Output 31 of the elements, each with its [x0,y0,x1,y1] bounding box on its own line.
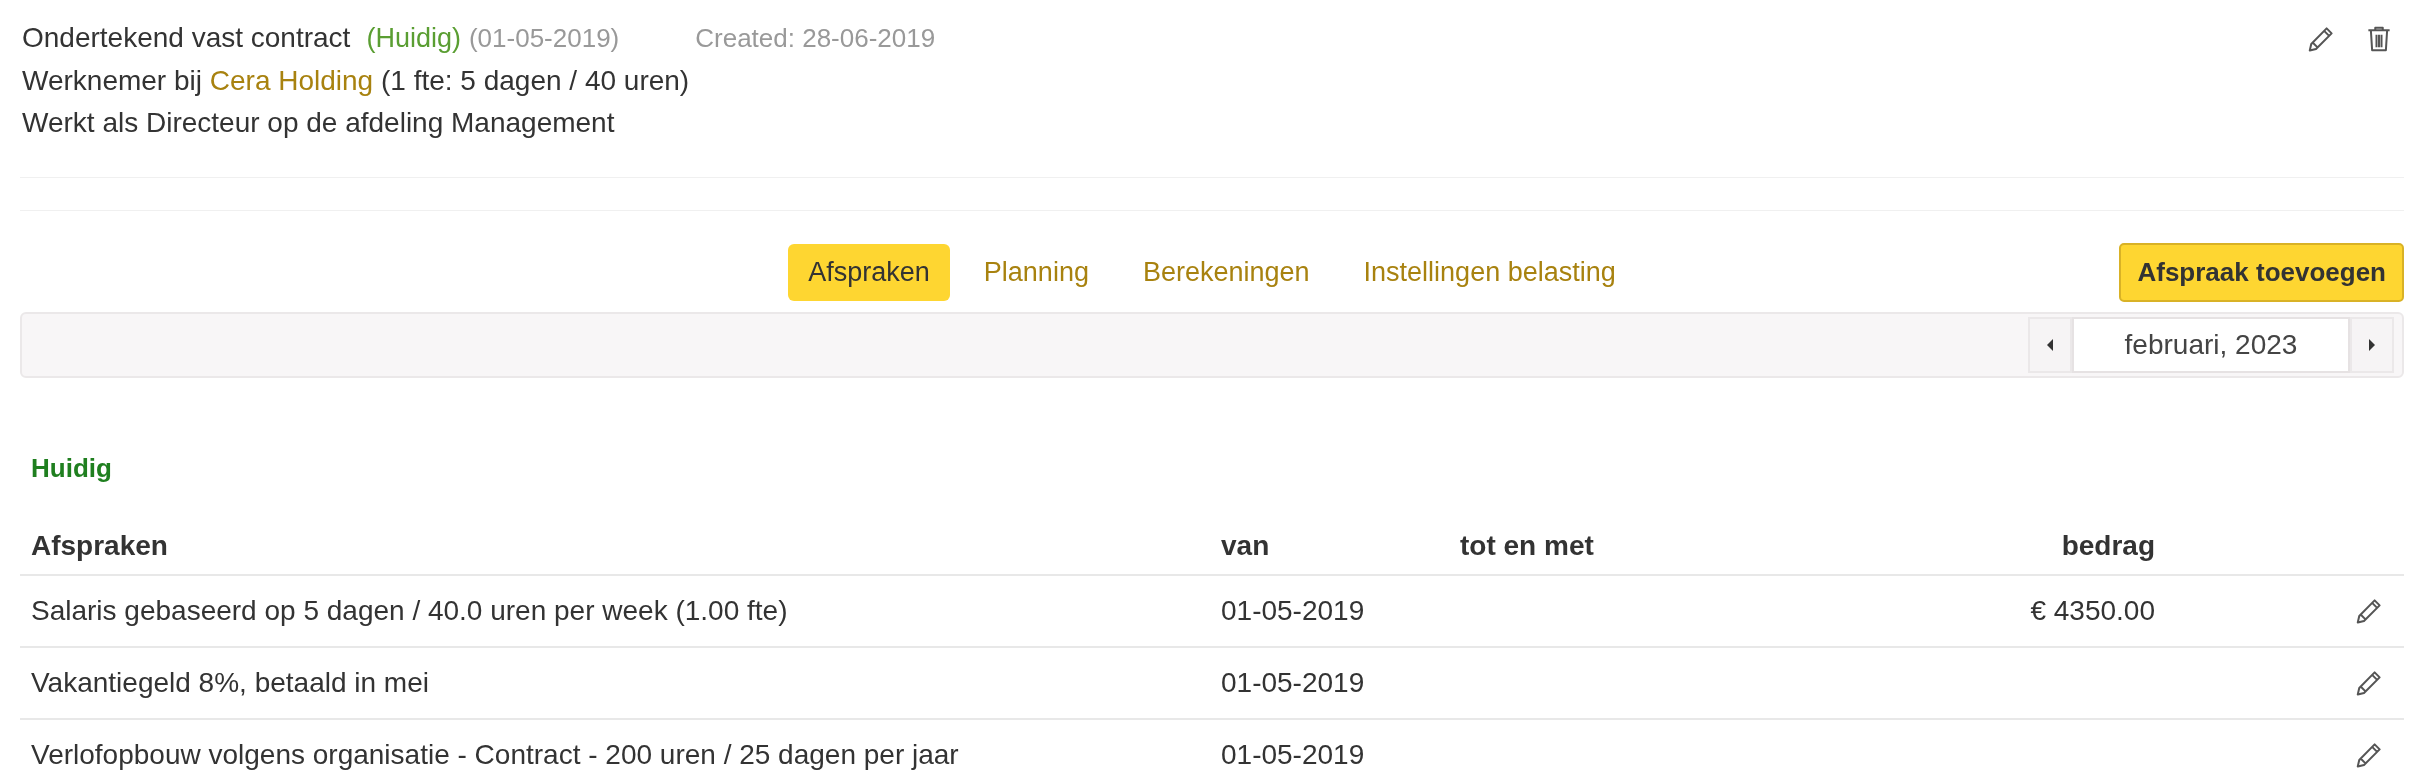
created-date: Created: 28-06-2019 [695,23,936,54]
section-title: Huidig [30,453,113,484]
column-header: tot en met [1459,530,1595,562]
company-link[interactable]: Cera Holding [209,65,374,96]
table-cell: € 4350.00 [2030,595,2155,626]
role-line: Werkt als Directeur op de afdeling Management [22,106,616,140]
table-cell-text: Salaris gebaseerd op 5 dagen / 40.0 uren per week (1.00 fte) [30,595,789,627]
edit-icon[interactable] [2354,668,2384,698]
edit-icon[interactable] [2354,740,2384,770]
edit-icon[interactable] [2354,596,2384,626]
add-agreement-button[interactable]: Afspraak toevoegen [2119,243,2404,302]
caret-left-icon [2045,338,2055,352]
tab[interactable]: Instellingen belasting [1343,244,1636,301]
caret-right-icon [2367,338,2377,352]
table-cell-text: 01-05-2019 [1220,667,1366,699]
edit-icon[interactable] [2306,24,2336,54]
employer-line: Werknemer bij Cera Holding (1 fte: 5 dagen / 40 uren) [22,64,691,98]
contract-title: Ondertekend vast contract [22,22,351,54]
table-cell-text: 01-05-2019 [1220,739,1366,771]
column-header: Afspraken [30,530,169,562]
table-cell-text: 01-05-2019 [1220,595,1366,627]
table-cell-text: Vakantiegeld 8%, betaald in mei [30,667,430,699]
table-cell-text: Verlofopbouw volgens organisatie - Contract - 200 uren / 25 dagen per jaar [30,739,960,771]
column-header: van [1220,530,1271,562]
contract-status: (Huidig) [366,23,461,54]
tab[interactable]: Planning [963,244,1109,301]
start-date: (01-05-2019) [468,23,620,54]
tab[interactable]: Berekeningen [1122,244,1330,301]
column-header: bedrag [2060,530,2156,562]
tab[interactable]: Afspraken [788,244,950,301]
period-field[interactable]: februari, 2023 [2072,317,2350,373]
